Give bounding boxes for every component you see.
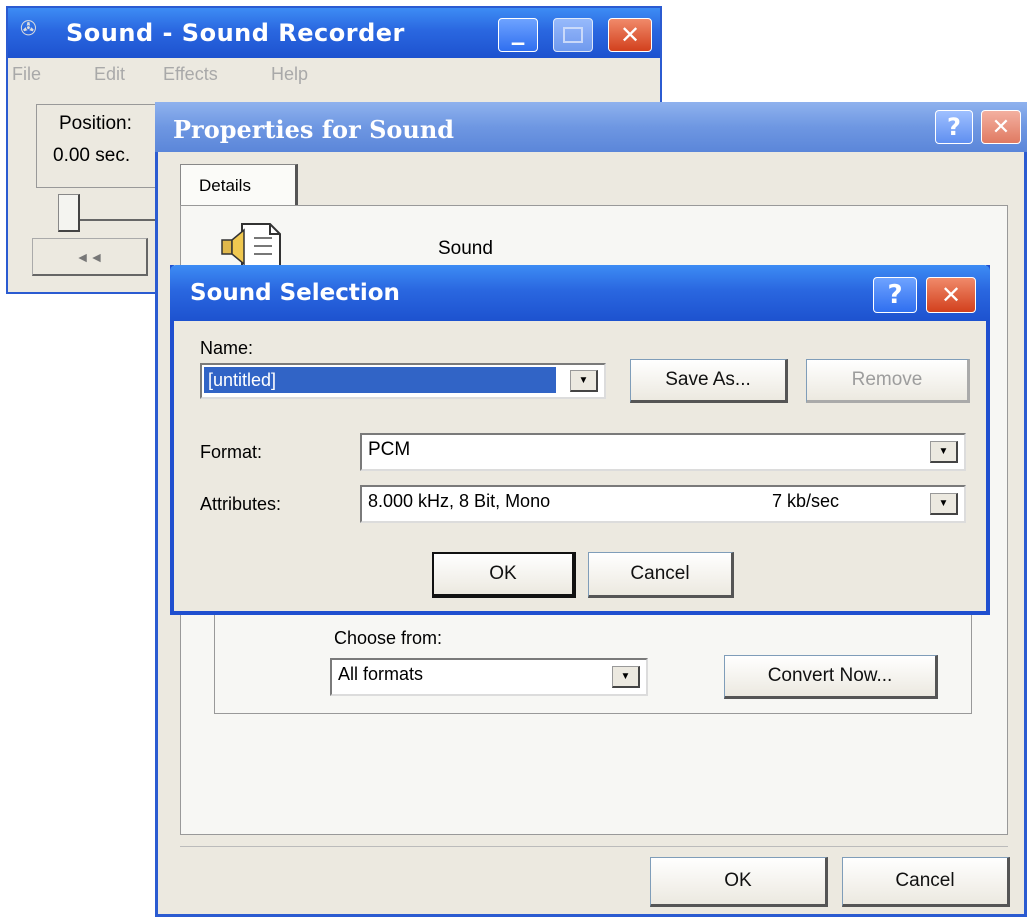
attributes-rate: 7 kb/sec (772, 491, 840, 511)
format-select[interactable]: PCM ▼ (360, 433, 966, 471)
convert-now-label: Convert Now... (767, 665, 893, 686)
recorder-menu-bar: File Edit Effects Help (8, 60, 660, 90)
selection-cancel-label: Cancel (630, 563, 690, 584)
choose-from-select[interactable]: All formats ▼ (330, 658, 648, 696)
name-combobox[interactable]: [untitled] ▼ (200, 363, 606, 399)
menu-help[interactable]: Help (271, 64, 308, 85)
bottom-divider (180, 846, 1008, 847)
sound-selection-title: Sound Selection (190, 280, 400, 306)
attributes-label: Attributes: (200, 494, 282, 514)
selection-ok-label: OK (489, 563, 517, 584)
selection-cancel-button[interactable]: Cancel (588, 552, 734, 598)
menu-file[interactable]: File (12, 64, 41, 85)
properties-ok-label: OK (724, 870, 752, 891)
name-label: Name: (200, 338, 254, 358)
properties-cancel-label: Cancel (895, 870, 955, 891)
position-value: 0.00 sec. (53, 145, 131, 166)
attributes-value: 8.000 kHz, 8 Bit, Mono (368, 491, 551, 511)
help-icon: ? (887, 280, 903, 310)
close-icon: ✕ (991, 114, 1011, 140)
sound-recorder-title: Sound - Sound Recorder (66, 19, 405, 47)
selection-close-button[interactable]: ✕ (926, 277, 976, 313)
properties-help-button[interactable]: ? (935, 110, 973, 144)
menu-edit[interactable]: Edit (94, 64, 125, 85)
sound-recorder-app-icon: ✇ (20, 16, 37, 40)
position-slider-thumb[interactable] (58, 194, 80, 232)
maximize-button[interactable] (553, 18, 593, 52)
recorder-close-button[interactable]: ✕ (608, 18, 652, 52)
position-label: Position: (59, 113, 132, 134)
chevron-down-icon[interactable]: ▼ (930, 441, 958, 463)
close-icon: ✕ (619, 21, 641, 49)
sound-recorder-title-bar[interactable]: ✇ Sound - Sound Recorder ▁ ✕ (8, 8, 660, 58)
save-as-label: Save As... (665, 369, 751, 390)
sound-selection-dialog: Sound Selection ? ✕ Name: [untitled] ▼ S… (170, 265, 990, 615)
rewind-icon: ◄◄ (75, 248, 104, 265)
selection-ok-button[interactable]: OK (432, 552, 576, 598)
remove-label: Remove (851, 369, 923, 390)
maximize-icon (563, 27, 583, 43)
chevron-down-icon[interactable]: ▼ (612, 666, 640, 688)
properties-cancel-button[interactable]: Cancel (842, 857, 1010, 907)
chevron-down-icon[interactable]: ▼ (930, 493, 958, 515)
properties-title: Properties for Sound (173, 115, 455, 144)
remove-button[interactable]: Remove (806, 359, 970, 403)
attributes-select[interactable]: 8.000 kHz, 8 Bit, Mono 7 kb/sec ▼ (360, 485, 966, 523)
name-value[interactable]: [untitled] (204, 367, 556, 393)
selection-help-button[interactable]: ? (873, 277, 917, 313)
chevron-down-icon[interactable]: ▼ (570, 370, 598, 392)
tab-details-label: Details (199, 176, 251, 195)
save-as-button[interactable]: Save As... (630, 359, 788, 403)
choose-from-label: Choose from: (334, 628, 443, 648)
menu-effects[interactable]: Effects (163, 64, 218, 85)
rewind-button[interactable]: ◄◄ (32, 238, 148, 276)
help-icon: ? (947, 113, 961, 141)
properties-close-button[interactable]: ✕ (981, 110, 1021, 144)
properties-title-bar[interactable]: Properties for Sound ? ✕ (155, 102, 1027, 152)
properties-ok-button[interactable]: OK (650, 857, 828, 907)
sound-name: Sound (438, 238, 493, 259)
choose-from-value: All formats (338, 664, 424, 684)
minimize-button[interactable]: ▁ (498, 18, 538, 52)
format-label: Format: (200, 442, 263, 462)
minimize-icon: ▁ (511, 25, 525, 45)
convert-now-button[interactable]: Convert Now... (724, 655, 938, 699)
tab-details[interactable]: Details (180, 164, 298, 206)
format-value: PCM (368, 439, 411, 460)
sound-selection-title-bar[interactable]: Sound Selection ? ✕ (170, 265, 990, 321)
close-icon: ✕ (940, 281, 962, 309)
